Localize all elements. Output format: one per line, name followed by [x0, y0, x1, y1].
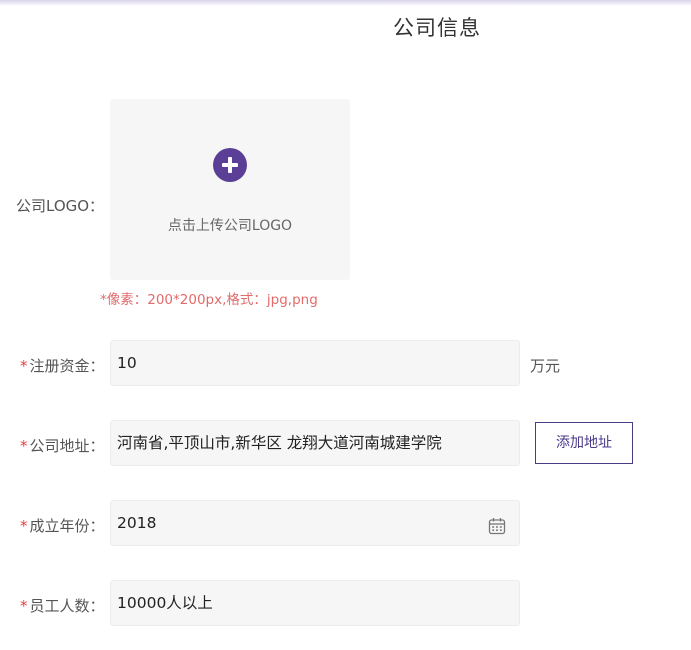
address-input[interactable]: 河南省,平顶山市,新华区 龙翔大道河南城建学院 — [110, 420, 520, 466]
add-address-button[interactable]: 添加地址 — [535, 422, 633, 464]
required-mark: * — [20, 437, 28, 455]
logo-label-text: 公司LOGO： — [16, 197, 105, 215]
required-mark: * — [20, 517, 28, 535]
capital-label: * 注册资金： — [20, 355, 105, 376]
upload-text: 点击上传公司LOGO — [167, 218, 293, 234]
plus-circle-icon — [213, 148, 247, 182]
calendar-icon[interactable] — [488, 517, 506, 535]
capital-input[interactable]: 10 — [110, 340, 520, 386]
top-shadow — [0, 0, 691, 6]
capital-label-text: 注册资金： — [29, 357, 105, 375]
year-label: * 成立年份： — [20, 515, 105, 536]
employees-input[interactable]: 10000人以上 — [110, 580, 520, 626]
year-input[interactable]: 2018 — [110, 500, 520, 546]
logo-label: 公司LOGO： — [16, 195, 104, 216]
logo-upload-area[interactable]: 点击上传公司LOGO — [110, 99, 350, 280]
page-title: 公司信息 — [393, 16, 481, 40]
required-mark: * — [20, 597, 28, 615]
logo-format-hint: *像素：200*200px,格式：jpg,png — [100, 292, 318, 308]
required-mark: * — [20, 357, 28, 375]
year-label-text: 成立年份： — [29, 517, 105, 535]
employees-label: * 员工人数： — [20, 595, 105, 616]
capital-unit: 万元 — [530, 357, 561, 375]
address-label-text: 公司地址： — [29, 437, 105, 455]
employees-label-text: 员工人数： — [29, 597, 105, 615]
address-label: * 公司地址： — [20, 435, 105, 456]
